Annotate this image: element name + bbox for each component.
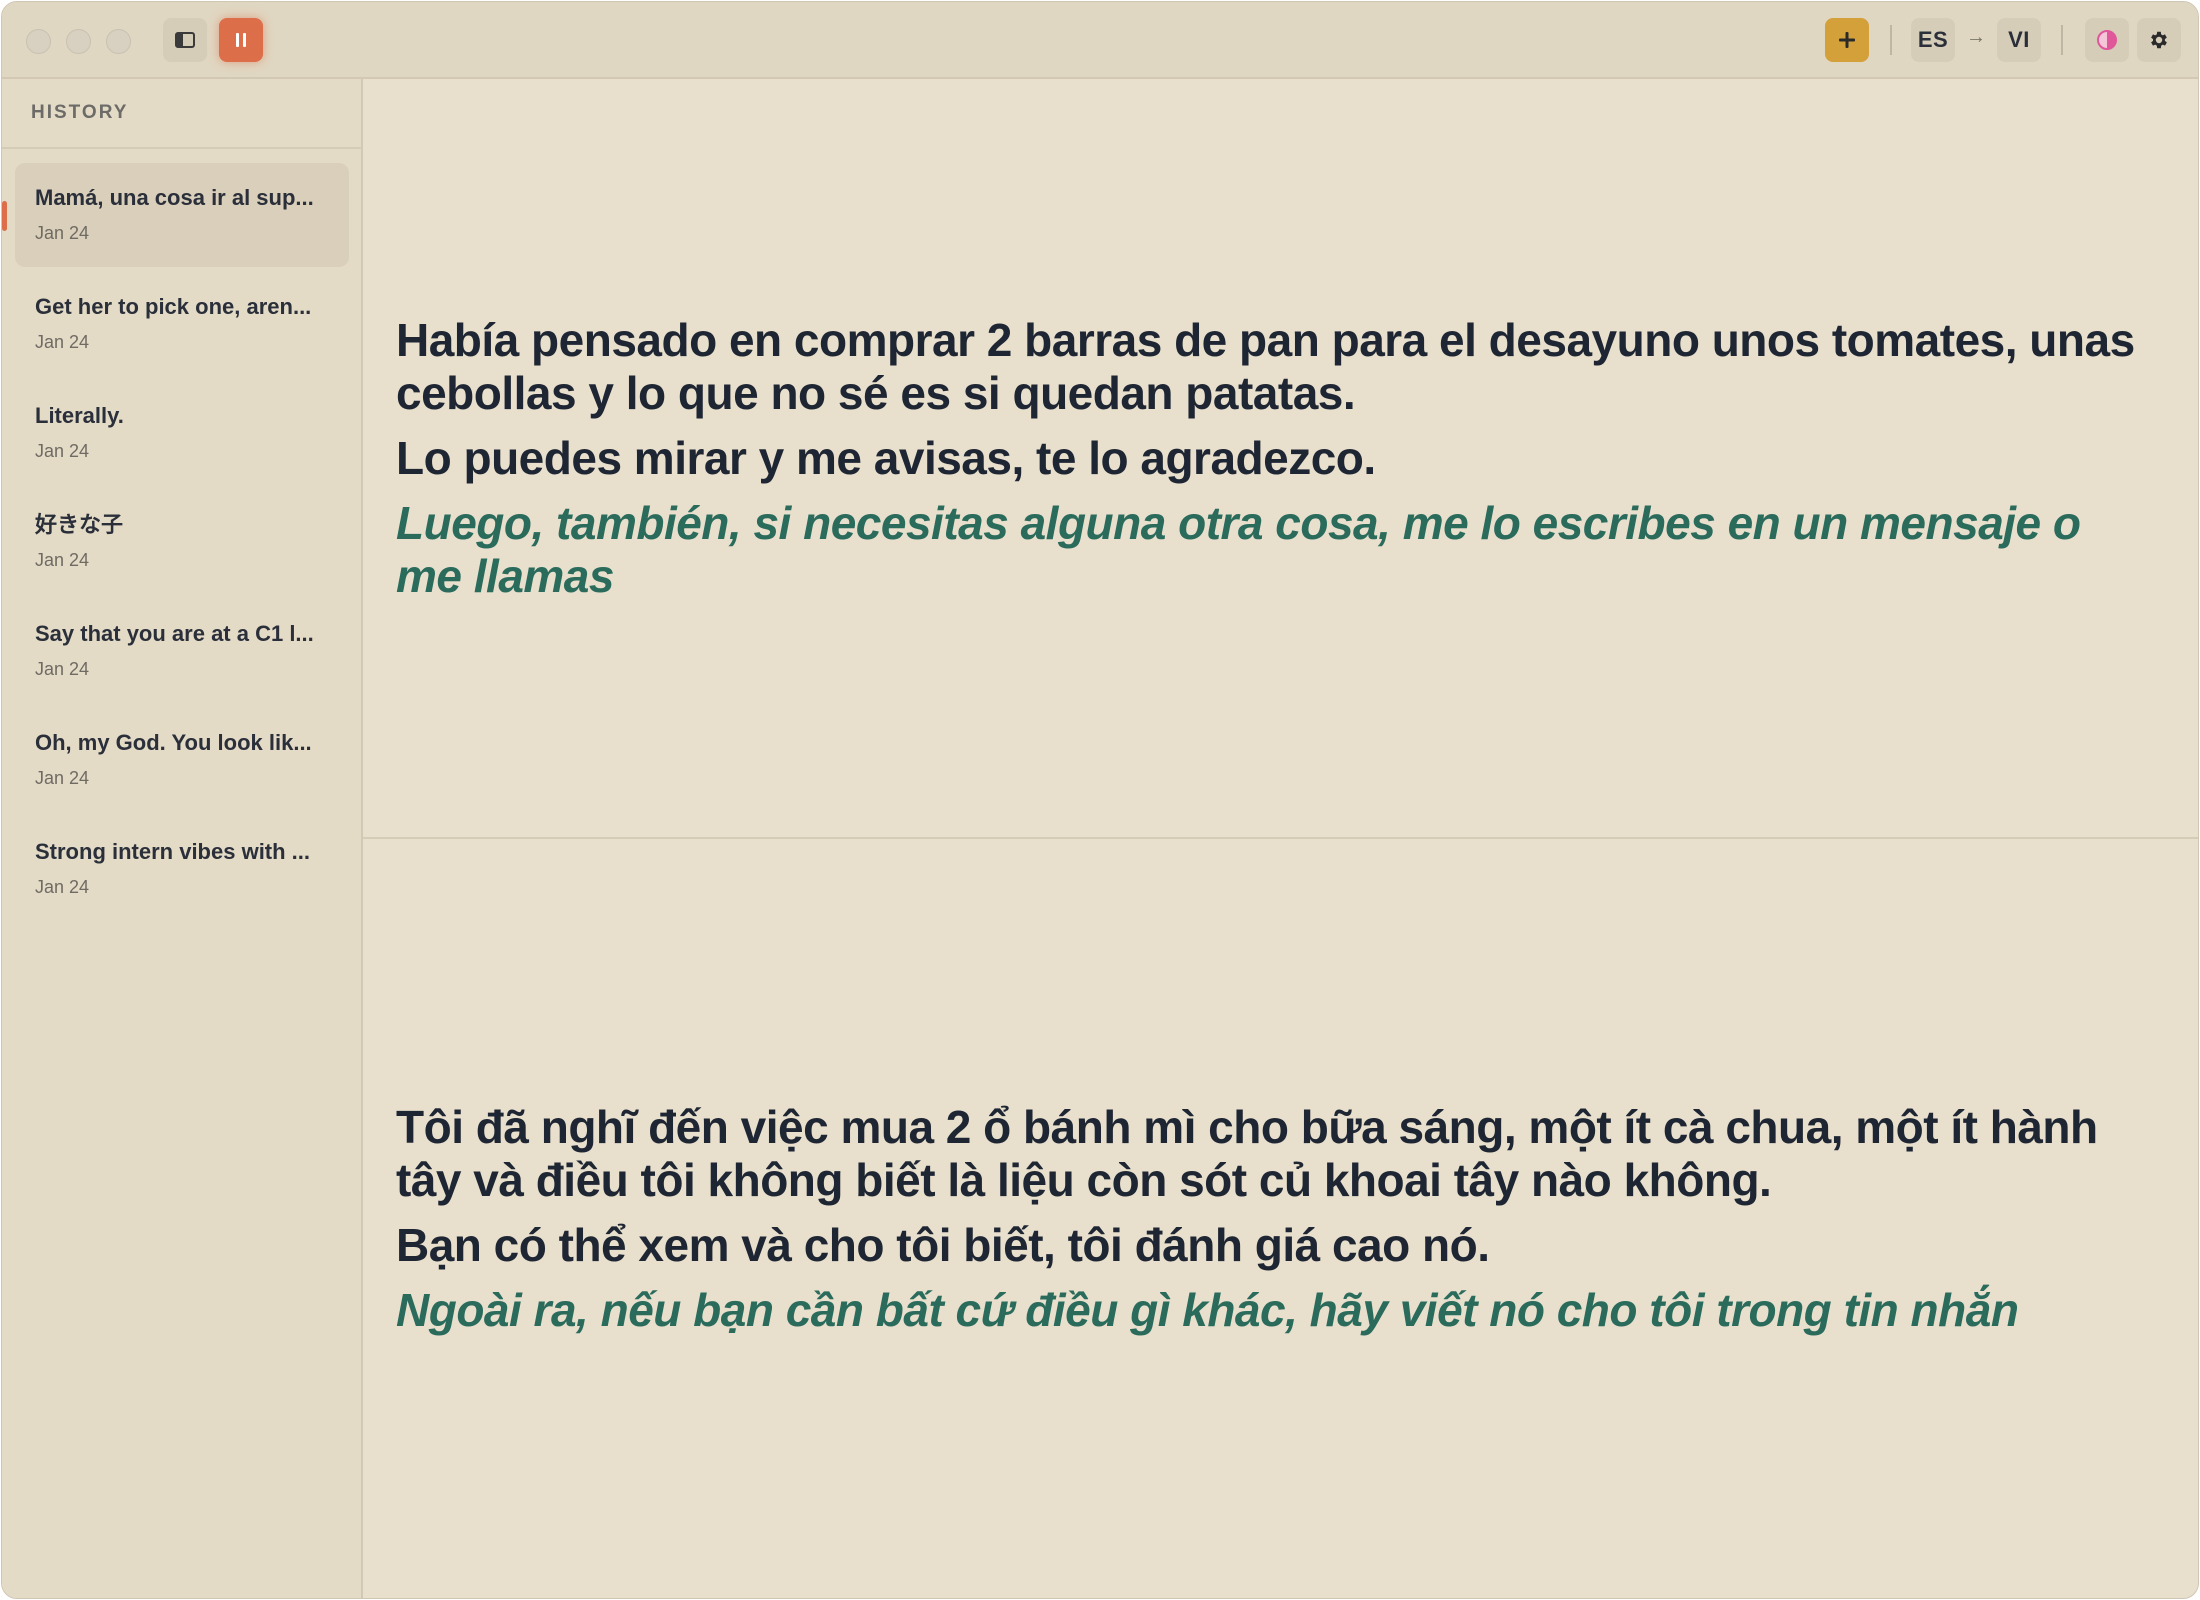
history-item[interactable]: 好きな子 Jan 24 <box>15 490 349 594</box>
toolbar-separator <box>1890 25 1892 55</box>
history-item[interactable]: Say that you are at a C1 l... Jan 24 <box>15 599 349 703</box>
source-language-label: ES <box>1917 27 1949 52</box>
history-item-date: Jan 24 <box>35 223 90 243</box>
source-line: Lo puedes mirar y me avisas, te lo agrad… <box>396 432 1376 484</box>
history-item-date: Jan 24 <box>35 441 90 461</box>
active-indicator <box>2 201 7 231</box>
translation-line: Tôi đã nghĩ đến việc mua 2 ổ bánh mì cho… <box>396 1101 2098 1206</box>
history-header: HISTORY <box>2 79 361 149</box>
plus-icon <box>1839 32 1855 48</box>
transcript-area: Había pensado en comprar 2 barras de pan… <box>363 79 2198 1598</box>
history-item[interactable]: Mamá, una cosa ir al sup... Jan 24 <box>2 163 349 267</box>
history-item-title: 好きな子 <box>35 512 124 537</box>
window-minimize-button[interactable] <box>66 29 91 54</box>
source-interim-line: Luego, también, si necesitas alguna otra… <box>396 497 2081 602</box>
translation-pane: Tôi đã nghĩ đến việc mua 2 ổ bánh mì cho… <box>363 841 2198 1598</box>
translation-transcript: Tôi đã nghĩ đến việc mua 2 ổ bánh mì cho… <box>396 1101 2153 1349</box>
history-item-title: Say that you are at a C1 l... <box>35 621 314 646</box>
history-item-title: Mamá, una cosa ir al sup... <box>35 185 314 210</box>
source-line: Había pensado en comprar 2 barras de pan… <box>396 314 2135 419</box>
history-item-date: Jan 24 <box>35 877 90 897</box>
arrow-right-icon: → <box>1966 26 1986 48</box>
history-item-title: Oh, my God. You look lik... <box>35 730 312 755</box>
settings-button[interactable] <box>2137 18 2181 62</box>
sidebar-toggle-icon <box>175 32 195 48</box>
history-list: Mamá, una cosa ir al sup... Jan 24 Get h… <box>2 163 361 926</box>
toolbar-separator <box>2061 25 2063 55</box>
theme-toggle-button[interactable] <box>2085 18 2129 62</box>
translation-line: Bạn có thể xem và cho tôi biết, tôi đánh… <box>396 1219 1490 1271</box>
history-item-title: Strong intern vibes with ... <box>35 839 311 864</box>
history-item-date: Jan 24 <box>35 768 90 788</box>
translation-interim-line: Ngoài ra, nếu bạn cần bất cứ điều gì khá… <box>396 1284 2019 1336</box>
window-zoom-button[interactable] <box>106 29 131 54</box>
history-item[interactable]: Strong intern vibes with ... Jan 24 <box>15 817 349 921</box>
app-window: ES → VI HISTORY Mamá, una cosa ir al sup… <box>1 1 2199 1599</box>
source-transcript: Había pensado en comprar 2 barras de pan… <box>396 314 2153 615</box>
pause-icon <box>236 33 246 47</box>
contrast-icon <box>2097 30 2117 50</box>
history-sidebar: HISTORY Mamá, una cosa ir al sup... Jan … <box>2 79 363 1598</box>
sidebar-toggle-button[interactable] <box>163 18 207 62</box>
target-language-button[interactable]: VI <box>1997 18 2041 62</box>
history-item-title: Literally. <box>35 403 124 428</box>
window-close-button[interactable] <box>26 29 51 54</box>
target-language-label: VI <box>2008 27 2030 52</box>
pause-button[interactable] <box>219 18 263 62</box>
history-item-title: Get her to pick one, aren... <box>35 294 312 319</box>
source-language-button[interactable]: ES <box>1911 18 1955 62</box>
history-item-date: Jan 24 <box>35 332 90 352</box>
history-item-date: Jan 24 <box>35 659 90 679</box>
title-bar: ES → VI <box>2 2 2198 79</box>
add-session-button[interactable] <box>1825 18 1869 62</box>
history-item[interactable]: Literally. Jan 24 <box>15 381 349 485</box>
source-transcript-pane: Había pensado en comprar 2 barras de pan… <box>363 79 2198 839</box>
history-item[interactable]: Oh, my God. You look lik... Jan 24 <box>15 708 349 812</box>
gear-icon <box>2151 31 2167 49</box>
history-item[interactable]: Get her to pick one, aren... Jan 24 <box>15 272 349 376</box>
history-item-date: Jan 24 <box>35 550 90 570</box>
